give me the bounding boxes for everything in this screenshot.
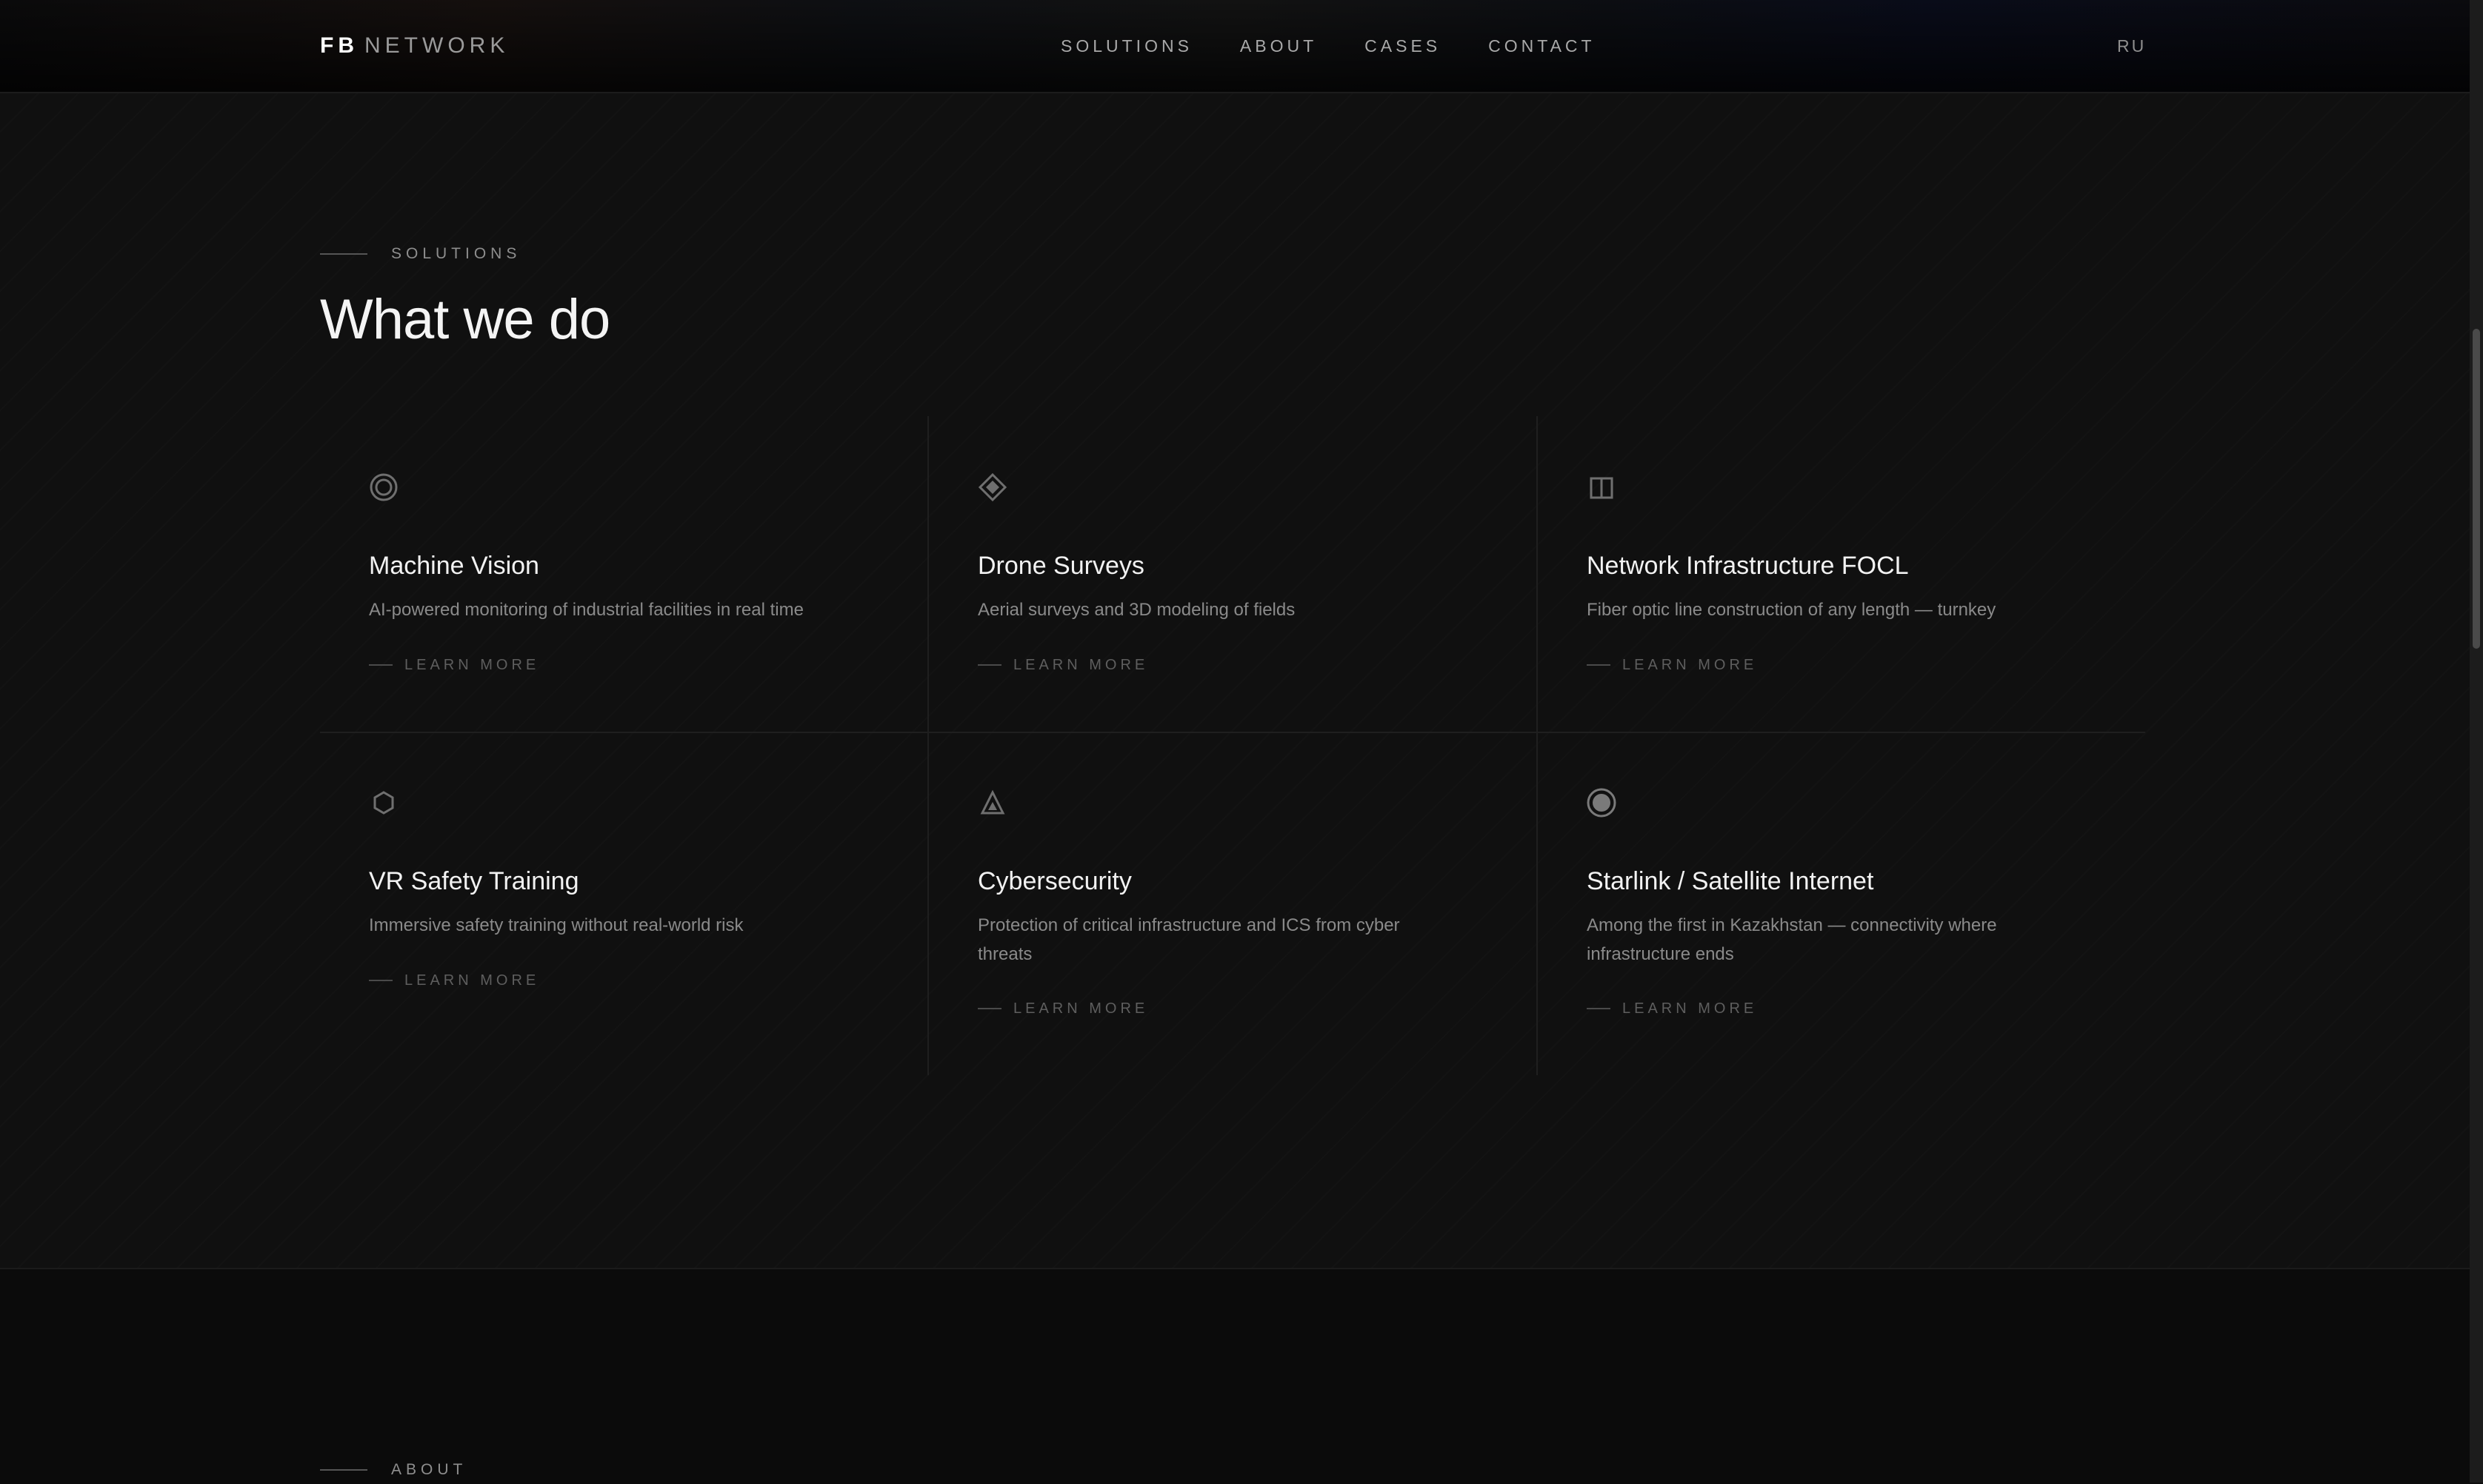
eyebrow-label: ABOUT: [391, 1461, 467, 1478]
nav-contact[interactable]: CONTACT: [1488, 36, 1595, 56]
card-description: AI-powered monitoring of industrial faci…: [369, 600, 804, 620]
page-scrollbar[interactable]: [2470, 0, 2483, 1483]
card-title: Starlink / Satellite Internet: [1587, 867, 1874, 895]
card-description: Protection of critical infrastructure an…: [978, 915, 1400, 964]
learn-more-line: [978, 1008, 1001, 1009]
nav-cases[interactable]: CASES: [1364, 36, 1441, 56]
eyebrow-line: [320, 253, 367, 255]
grid-divider-horizontal: [320, 732, 2145, 733]
eyebrow-label: SOLUTIONS: [391, 245, 521, 262]
grid-divider-vertical: [927, 416, 929, 1075]
grid-divider-vertical: [1536, 416, 1538, 1075]
card-title: VR Safety Training: [369, 867, 579, 895]
card-description: Fiber optic line construction of any len…: [1587, 600, 1996, 620]
about-eyebrow: ABOUT: [320, 1460, 467, 1480]
learn-more-label: LEARN MORE: [1622, 1000, 1758, 1017]
card-title: Machine Vision: [369, 552, 539, 580]
target-icon: [370, 473, 398, 501]
logo-strong: FB: [320, 33, 359, 58]
learn-more-label: LEARN MORE: [1013, 1000, 1149, 1017]
hexagon-icon: [373, 791, 394, 815]
learn-more-label: LEARN MORE: [404, 972, 540, 989]
section-title: What we do: [320, 288, 610, 351]
learn-more-line: [1587, 1008, 1610, 1009]
card-description: Immersive safety training without real-w…: [369, 915, 744, 935]
learn-more-line: [369, 980, 393, 981]
warning-triangle-icon: [980, 789, 1005, 815]
solutions-section: SOLUTIONS What we do Machine Vision AI-p…: [0, 93, 2470, 1268]
learn-more-link[interactable]: LEARN MORE: [369, 656, 539, 674]
about-section: ABOUT: [0, 1268, 2470, 1484]
learn-more-link[interactable]: LEARN MORE: [978, 1000, 1148, 1017]
learn-more-line: [369, 664, 393, 666]
page: FB NETWORK SOLUTIONS ABOUT CASES CONTACT …: [0, 0, 2470, 1484]
learn-more-line: [1587, 664, 1610, 666]
learn-more-label: LEARN MORE: [1013, 657, 1149, 673]
split-square-icon: [1590, 477, 1613, 499]
nav-about[interactable]: ABOUT: [1240, 36, 1317, 56]
logo-light: NETWORK: [364, 33, 510, 58]
learn-more-link[interactable]: LEARN MORE: [369, 972, 539, 989]
section-eyebrow: SOLUTIONS: [320, 244, 521, 264]
nav-solutions[interactable]: SOLUTIONS: [1061, 36, 1193, 56]
main-nav: SOLUTIONS ABOUT CASES CONTACT: [1061, 36, 1596, 56]
learn-more-label: LEARN MORE: [1622, 657, 1758, 673]
learn-more-link[interactable]: LEARN MORE: [1587, 656, 1757, 674]
card-title: Network Infrastructure FOCL: [1587, 552, 1909, 580]
learn-more-link[interactable]: LEARN MORE: [978, 656, 1148, 674]
diamond-icon: [978, 472, 1007, 502]
logo[interactable]: FB NETWORK: [320, 33, 509, 59]
satellite-dot-icon: [1587, 788, 1616, 818]
scrollbar-thumb[interactable]: [2473, 329, 2480, 649]
site-header: FB NETWORK SOLUTIONS ABOUT CASES CONTACT …: [0, 0, 2470, 93]
card-title: Drone Surveys: [978, 552, 1144, 580]
card-description: Aerial surveys and 3D modeling of fields: [978, 600, 1296, 620]
learn-more-line: [978, 664, 1001, 666]
learn-more-label: LEARN MORE: [404, 657, 540, 673]
card-description: Among the first in Kazakhstan — connecti…: [1587, 915, 1997, 964]
language-switch[interactable]: RU: [2117, 36, 2146, 56]
card-title: Cybersecurity: [978, 867, 1132, 895]
eyebrow-line: [320, 1469, 367, 1471]
solutions-grid: Machine Vision AI-powered monitoring of …: [320, 416, 2145, 1075]
learn-more-link[interactable]: LEARN MORE: [1587, 1000, 1757, 1017]
